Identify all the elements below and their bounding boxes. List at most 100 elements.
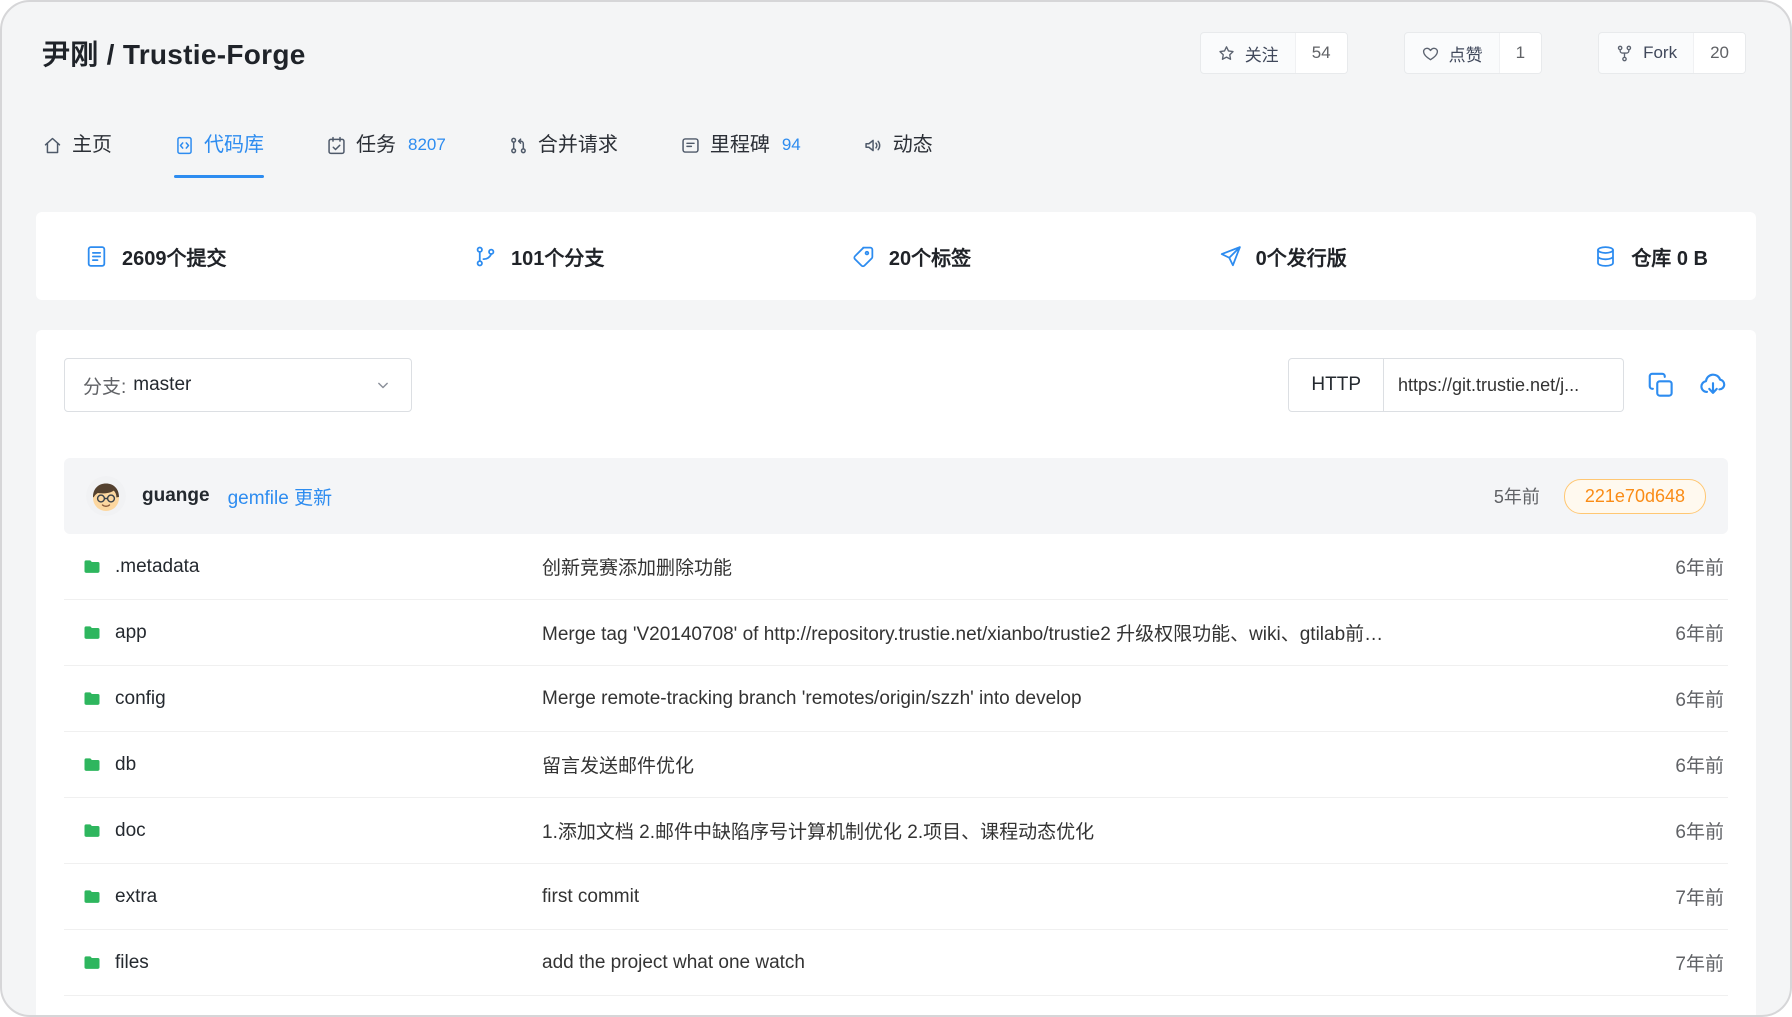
release-icon bbox=[1218, 244, 1243, 269]
folder-icon bbox=[82, 755, 102, 775]
repo-stats-card: 2609个提交 101个分支 20个标签 0个发行版 仓库 0 B bbox=[36, 212, 1756, 300]
file-commit-message[interactable]: add the project what one watch bbox=[542, 952, 1636, 974]
tab-code[interactable]: 代码库 bbox=[174, 132, 264, 178]
file-row: config Merge remote-tracking branch 'rem… bbox=[64, 666, 1728, 732]
watch-count[interactable]: 54 bbox=[1295, 33, 1347, 73]
storage-icon bbox=[1593, 244, 1618, 269]
repo-actions: 关注 54 点赞 1 Fork 20 bbox=[1200, 32, 1746, 74]
commit-time: 5年前 bbox=[1494, 483, 1540, 509]
tab-tasks[interactable]: 任务 8207 bbox=[326, 132, 446, 178]
stat-branches[interactable]: 101个分支 bbox=[473, 242, 604, 271]
activity-icon bbox=[863, 135, 884, 156]
folder-icon bbox=[82, 623, 102, 643]
stat-releases-label: 0个发行版 bbox=[1256, 242, 1347, 271]
file-commit-message[interactable]: Merge remote-tracking branch 'remotes/or… bbox=[542, 688, 1636, 710]
cloud-download-icon bbox=[1698, 370, 1728, 400]
tag-icon bbox=[851, 244, 876, 269]
tab-activity[interactable]: 动态 bbox=[863, 132, 933, 178]
file-name-link[interactable]: config bbox=[64, 688, 542, 710]
file-row: doc 1.添加文档 2.邮件中缺陷序号计算机制优化 2.项目、课程动态优化 6… bbox=[64, 798, 1728, 864]
file-name-link[interactable]: app bbox=[64, 622, 542, 644]
commit-hash-badge[interactable]: 221e70d648 bbox=[1564, 479, 1706, 514]
branch-label: 分支: bbox=[83, 372, 126, 399]
chevron-down-icon bbox=[373, 375, 393, 395]
stat-releases[interactable]: 0个发行版 bbox=[1218, 242, 1347, 271]
fork-button[interactable]: Fork 20 bbox=[1598, 32, 1746, 74]
tab-tasks-count: 8207 bbox=[408, 132, 446, 158]
file-row: db 留言发送邮件优化 6年前 bbox=[64, 732, 1728, 798]
file-browser-card: 分支: master HTTP bbox=[36, 330, 1756, 1015]
file-commit-message[interactable]: 留言发送邮件优化 bbox=[542, 751, 1636, 778]
file-row: extra first commit 7年前 bbox=[64, 864, 1728, 930]
file-commit-time: 6年前 bbox=[1636, 619, 1728, 646]
folder-icon bbox=[82, 689, 102, 709]
stat-tags[interactable]: 20个标签 bbox=[851, 242, 971, 271]
branch-value: master bbox=[133, 374, 191, 396]
praise-label: 点赞 bbox=[1449, 41, 1483, 66]
file-list: .metadata 创新竞赛添加删除功能 6年前 app Merge tag '… bbox=[64, 534, 1728, 1015]
file-commit-time: 7年前 bbox=[1636, 949, 1728, 976]
tab-home[interactable]: 主页 bbox=[42, 132, 112, 178]
file-row: files add the project what one watch 7年前 bbox=[64, 930, 1728, 996]
file-commit-time: 6年前 bbox=[1636, 751, 1728, 778]
stat-repo-size-label: 仓库 0 B bbox=[1631, 242, 1708, 271]
file-commit-message[interactable]: 1.添加文档 2.邮件中缺陷序号计算机制优化 2.项目、课程动态优化 bbox=[542, 817, 1636, 844]
download-button[interactable] bbox=[1698, 370, 1728, 400]
branch-selector[interactable]: 分支: master bbox=[64, 358, 412, 412]
praise-count[interactable]: 1 bbox=[1499, 33, 1541, 73]
file-name-link[interactable]: db bbox=[64, 754, 542, 776]
commit-message-link[interactable]: gemfile 更新 bbox=[228, 483, 333, 510]
tab-code-label: 代码库 bbox=[204, 132, 264, 158]
merge-request-icon bbox=[508, 135, 529, 156]
stat-commits-label: 2609个提交 bbox=[122, 242, 227, 271]
avatar[interactable] bbox=[86, 476, 126, 516]
file-commit-time: 6年前 bbox=[1636, 817, 1728, 844]
file-commit-time: 6年前 bbox=[1636, 553, 1728, 580]
file-commit-time: 7年前 bbox=[1636, 883, 1728, 910]
file-name-link[interactable]: files bbox=[64, 952, 542, 974]
milestone-icon bbox=[680, 135, 701, 156]
file-commit-message[interactable]: Merge tag 'V20140708' of http://reposito… bbox=[542, 619, 1636, 646]
file-row: app Merge tag 'V20140708' of http://repo… bbox=[64, 600, 1728, 666]
tab-merge-requests-label: 合并请求 bbox=[538, 132, 618, 158]
folder-icon bbox=[82, 557, 102, 577]
protocol-button[interactable]: HTTP bbox=[1288, 358, 1384, 412]
commits-icon bbox=[84, 244, 109, 269]
copy-url-button[interactable] bbox=[1646, 370, 1676, 400]
tab-milestones-label: 里程碑 bbox=[710, 132, 770, 158]
file-name-link[interactable]: extra bbox=[64, 886, 542, 908]
file-name-link[interactable]: .metadata bbox=[64, 556, 542, 578]
branch-icon bbox=[473, 244, 498, 269]
stat-repo-size[interactable]: 仓库 0 B bbox=[1593, 242, 1708, 271]
praise-button[interactable]: 点赞 1 bbox=[1404, 32, 1542, 74]
heart-icon bbox=[1421, 44, 1440, 63]
home-icon bbox=[42, 135, 63, 156]
repo-nav-tabs: 主页 代码库 任务 8207 合并请求 里程碑 94 动态 bbox=[2, 132, 1790, 178]
latest-commit-bar: guange gemfile 更新 5年前 221e70d648 bbox=[64, 458, 1728, 534]
clone-url-input[interactable] bbox=[1384, 358, 1624, 412]
tab-merge-requests[interactable]: 合并请求 bbox=[508, 132, 618, 178]
clone-group: HTTP bbox=[1288, 358, 1728, 412]
file-commit-message[interactable]: first commit bbox=[542, 886, 1636, 908]
repo-header: 尹刚 / Trustie-Forge 关注 54 点赞 1 Fork bbox=[2, 2, 1790, 74]
task-icon bbox=[326, 135, 347, 156]
tab-activity-label: 动态 bbox=[893, 132, 933, 158]
watch-button[interactable]: 关注 54 bbox=[1200, 32, 1348, 74]
fork-count[interactable]: 20 bbox=[1693, 33, 1745, 73]
star-icon bbox=[1217, 44, 1236, 63]
copy-icon bbox=[1646, 370, 1676, 400]
tab-milestones[interactable]: 里程碑 94 bbox=[680, 132, 801, 178]
page-title: 尹刚 / Trustie-Forge bbox=[42, 33, 306, 73]
file-row-partial bbox=[64, 996, 1728, 1015]
folder-icon bbox=[82, 821, 102, 841]
file-name-link[interactable]: doc bbox=[64, 820, 542, 842]
file-commit-message[interactable]: 创新竞赛添加删除功能 bbox=[542, 553, 1636, 580]
fork-icon bbox=[1615, 44, 1634, 63]
stat-commits[interactable]: 2609个提交 bbox=[84, 242, 227, 271]
stat-tags-label: 20个标签 bbox=[889, 242, 971, 271]
folder-icon bbox=[82, 953, 102, 973]
fork-label: Fork bbox=[1643, 43, 1677, 63]
folder-icon bbox=[82, 887, 102, 907]
tab-tasks-label: 任务 bbox=[356, 132, 396, 158]
commit-author[interactable]: guange bbox=[142, 485, 210, 507]
